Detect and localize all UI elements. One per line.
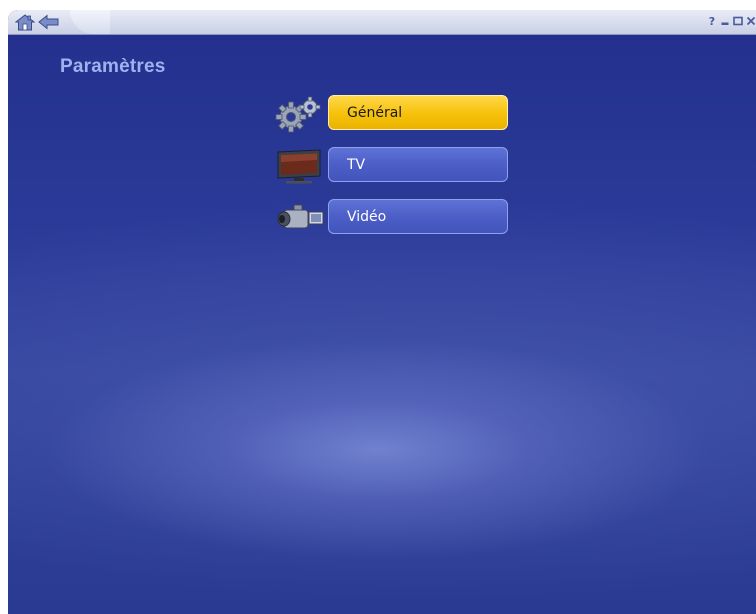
back-arrow-icon (38, 14, 59, 30)
page-root: ? Paramètres Général TV Vidéo (0, 0, 756, 614)
minimize-button[interactable] (719, 12, 731, 30)
camcorder-icon (277, 204, 324, 229)
media-center-window: ? Paramètres Général TV Vidéo (8, 10, 756, 614)
menu-icon-container (270, 198, 328, 238)
menu-item-video[interactable]: Vidéo (270, 198, 520, 238)
tv-label: TV (347, 156, 366, 173)
menu-item-general[interactable]: Général (270, 94, 520, 134)
maximize-button[interactable] (732, 12, 744, 30)
help-button[interactable]: ? (706, 12, 718, 30)
video-button[interactable]: Vidéo (328, 199, 508, 234)
menu-icon-container (270, 94, 328, 134)
video-label: Vidéo (347, 208, 387, 225)
menu-icon-container (270, 146, 328, 186)
page-title: Paramètres (60, 56, 166, 77)
minimize-icon (721, 22, 729, 25)
close-icon (746, 16, 756, 26)
title-bar-curve (70, 10, 110, 34)
gears-icon (275, 96, 321, 133)
title-bar: ? (8, 10, 756, 35)
close-button[interactable] (745, 12, 756, 30)
menu-item-tv[interactable]: TV (270, 146, 520, 186)
general-label: Général (347, 104, 403, 121)
maximize-icon (733, 16, 743, 26)
back-button[interactable] (38, 13, 60, 31)
home-button[interactable] (14, 13, 36, 31)
help-icon: ? (708, 14, 716, 28)
top-margin (0, 0, 756, 10)
home-icon (15, 13, 35, 30)
tv-button[interactable]: TV (328, 147, 508, 182)
general-button[interactable]: Général (328, 95, 508, 130)
television-icon (277, 149, 321, 184)
